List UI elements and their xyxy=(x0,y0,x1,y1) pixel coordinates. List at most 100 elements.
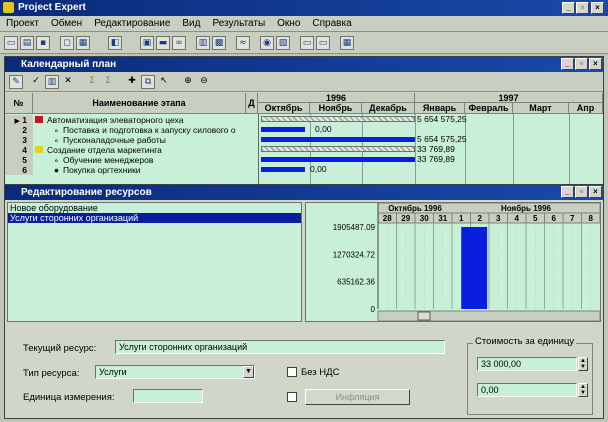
menu-edit[interactable]: Редактирование xyxy=(88,16,176,32)
list-item[interactable]: Новое оборудование xyxy=(8,203,301,213)
save-icon[interactable]: ▪ xyxy=(36,36,50,50)
window2-icon[interactable]: ▭ xyxy=(316,36,330,50)
graph-icon[interactable]: ≈ xyxy=(236,36,250,50)
close-icon[interactable]: × xyxy=(591,2,604,14)
task-dot-icon: ● xyxy=(53,165,59,175)
current-resource-field[interactable]: Услуги сторонних организаций xyxy=(115,340,445,354)
no-vat-label: Без НДС xyxy=(301,367,340,378)
menu-help[interactable]: Справка xyxy=(306,16,357,32)
menu-results[interactable]: Результаты xyxy=(206,16,271,32)
resource-type-select[interactable]: Услуги ▼ xyxy=(95,365,255,379)
list-item-selected[interactable]: Услуги сторонних организаций xyxy=(8,213,301,223)
maximize-icon[interactable]: ▫ xyxy=(576,2,589,14)
check-icon[interactable]: ✓ xyxy=(29,75,43,89)
resource-title-bar: Редактирование ресурсов _ ▫ × xyxy=(5,185,603,200)
resource-bar-chart: Октябрь 1996 Ноябрь 1996 28 29 30 31 1 2 3 4 5 6 7 8 1… xyxy=(333,203,600,321)
sum-icon[interactable]: Σ xyxy=(85,75,99,89)
cost-spinner-2[interactable]: ▲ ▼ xyxy=(578,383,588,397)
inflation-button[interactable]: Инфляция xyxy=(305,389,410,405)
chart-icon[interactable]: ▥ xyxy=(196,36,210,50)
year-1997: 1997 xyxy=(415,93,603,103)
calendar-title: Календарный план xyxy=(21,59,117,70)
unit-field[interactable] xyxy=(133,389,203,403)
zoom-in-icon[interactable]: ⊕ xyxy=(181,75,195,89)
table-icon[interactable]: ▩ xyxy=(212,36,226,50)
table-row[interactable]: 6 ● Покупка оргтехники xyxy=(5,165,258,175)
table-row[interactable]: 5 ∘ Обучение менеджеров xyxy=(5,155,258,165)
calendar-toolbar: ✎ ✓ ▥ ✕ Σ Σ ✚ ⧉ ↖ ⊕ ⊖ xyxy=(5,72,603,92)
resource-edit-window: Редактирование ресурсов _ ▫ × Новое обор… xyxy=(4,184,604,419)
app-title: Project Expert xyxy=(18,2,86,13)
gantt-group-bar[interactable] xyxy=(261,116,415,122)
window-icon[interactable]: ▭ xyxy=(300,36,314,50)
preview-icon[interactable]: ◻ xyxy=(60,36,74,50)
cost-field[interactable]: 33 000,00 xyxy=(477,357,577,371)
chevron-down-icon[interactable]: ▼ xyxy=(243,366,254,378)
calendar-maximize-icon[interactable]: ▫ xyxy=(575,58,588,70)
calendar-minimize-icon[interactable]: _ xyxy=(561,58,574,70)
month-dec: Декабрь xyxy=(362,103,415,114)
menu-project[interactable]: Проект xyxy=(0,16,45,32)
build-icon[interactable]: ▦ xyxy=(340,36,354,50)
sum2-icon[interactable]: Σ xyxy=(101,75,115,89)
calendar-plan-window: Календарный план _ ▫ × ✎ ✓ ▥ ✕ Σ Σ ✚ ⧉ ↖… xyxy=(4,56,604,184)
pointer-icon[interactable]: ↖ xyxy=(157,75,171,89)
folder-icon[interactable]: ▬ xyxy=(156,36,170,50)
resource-title: Редактирование ресурсов xyxy=(21,187,152,198)
menu-view[interactable]: Вид xyxy=(176,16,206,32)
row-value: 33 769,89 xyxy=(417,154,455,164)
open-icon[interactable]: ▤ xyxy=(20,36,34,50)
table-row[interactable]: 2 ∘ Поставка и подготовка к запуску сило… xyxy=(5,125,258,135)
minimize-icon[interactable]: _ xyxy=(562,2,575,14)
gantt-task-bar[interactable] xyxy=(261,137,415,142)
gantt-group-bar[interactable] xyxy=(261,146,415,152)
gantt-task-bar[interactable] xyxy=(261,127,305,132)
folder-icon xyxy=(35,146,43,153)
delete-icon[interactable]: ✕ xyxy=(61,75,75,89)
menu-exchange[interactable]: Обмен xyxy=(45,16,88,32)
day-tick-label: 5 xyxy=(533,214,538,223)
gear-icon[interactable]: ◉ xyxy=(260,36,274,50)
menu-window[interactable]: Окно xyxy=(271,16,306,32)
row-value: 5 654 575,25 xyxy=(417,114,467,124)
report-icon[interactable]: ▧ xyxy=(276,36,290,50)
resource-list[interactable]: Новое оборудование Услуги сторонних орга… xyxy=(7,202,302,322)
inflation-checkbox[interactable] xyxy=(287,392,297,402)
new-icon[interactable]: ▭ xyxy=(4,36,18,50)
cost-spinner[interactable]: ▲ ▼ xyxy=(578,357,588,371)
zoom-out-icon[interactable]: ⊖ xyxy=(197,75,211,89)
add-icon[interactable]: ✚ xyxy=(125,75,139,89)
table-row[interactable]: 4 Создание отдела маркетинга xyxy=(5,145,258,155)
resource-minimize-icon[interactable]: _ xyxy=(561,186,574,198)
folder-icon xyxy=(35,116,43,123)
year-1996: 1996 xyxy=(258,93,415,103)
current-resource-label: Текущий ресурс: xyxy=(23,343,97,354)
table-row[interactable]: ▶ 1 Автоматизация элеваторного цеха xyxy=(5,115,258,125)
col-name-header[interactable]: Наименование этапа xyxy=(33,93,246,114)
row-value: 0,00 xyxy=(310,164,327,174)
link-icon[interactable]: ⧉ xyxy=(141,75,155,89)
edit-icon[interactable]: ✎ xyxy=(9,75,23,89)
day-tick-label: 29 xyxy=(401,214,410,223)
calendar-close-icon[interactable]: × xyxy=(589,58,602,70)
gantt-icon[interactable]: ▥ xyxy=(45,75,59,89)
col-num-header: № xyxy=(5,93,33,114)
day-tick-label: 8 xyxy=(589,214,594,223)
task-dot-icon: ∘ xyxy=(53,135,59,145)
gantt-task-bar[interactable] xyxy=(261,157,415,162)
cost-field-2[interactable]: 0,00 xyxy=(477,383,577,397)
print-icon[interactable]: ▦ xyxy=(76,36,90,50)
gantt-task-bar[interactable] xyxy=(261,167,305,172)
resource-close-icon[interactable]: × xyxy=(589,186,602,198)
month-oct: Октябрь xyxy=(258,103,310,114)
calendar-grid: № Наименование этапа Д 1996 1997 Октябрь… xyxy=(5,93,603,184)
exit-icon[interactable]: ◧ xyxy=(108,36,122,50)
day-tick-label: 2 xyxy=(478,214,483,223)
resource-maximize-icon[interactable]: ▫ xyxy=(575,186,588,198)
task-dot-icon: ∘ xyxy=(53,155,59,165)
table-row[interactable]: 3 ∘ Пусконаладочные работы xyxy=(5,135,258,145)
calc-icon[interactable]: ▣ xyxy=(140,36,154,50)
binoculars-icon[interactable]: ∞ xyxy=(172,36,186,50)
chart-scrollbar xyxy=(377,310,600,321)
no-vat-checkbox[interactable] xyxy=(287,367,297,377)
